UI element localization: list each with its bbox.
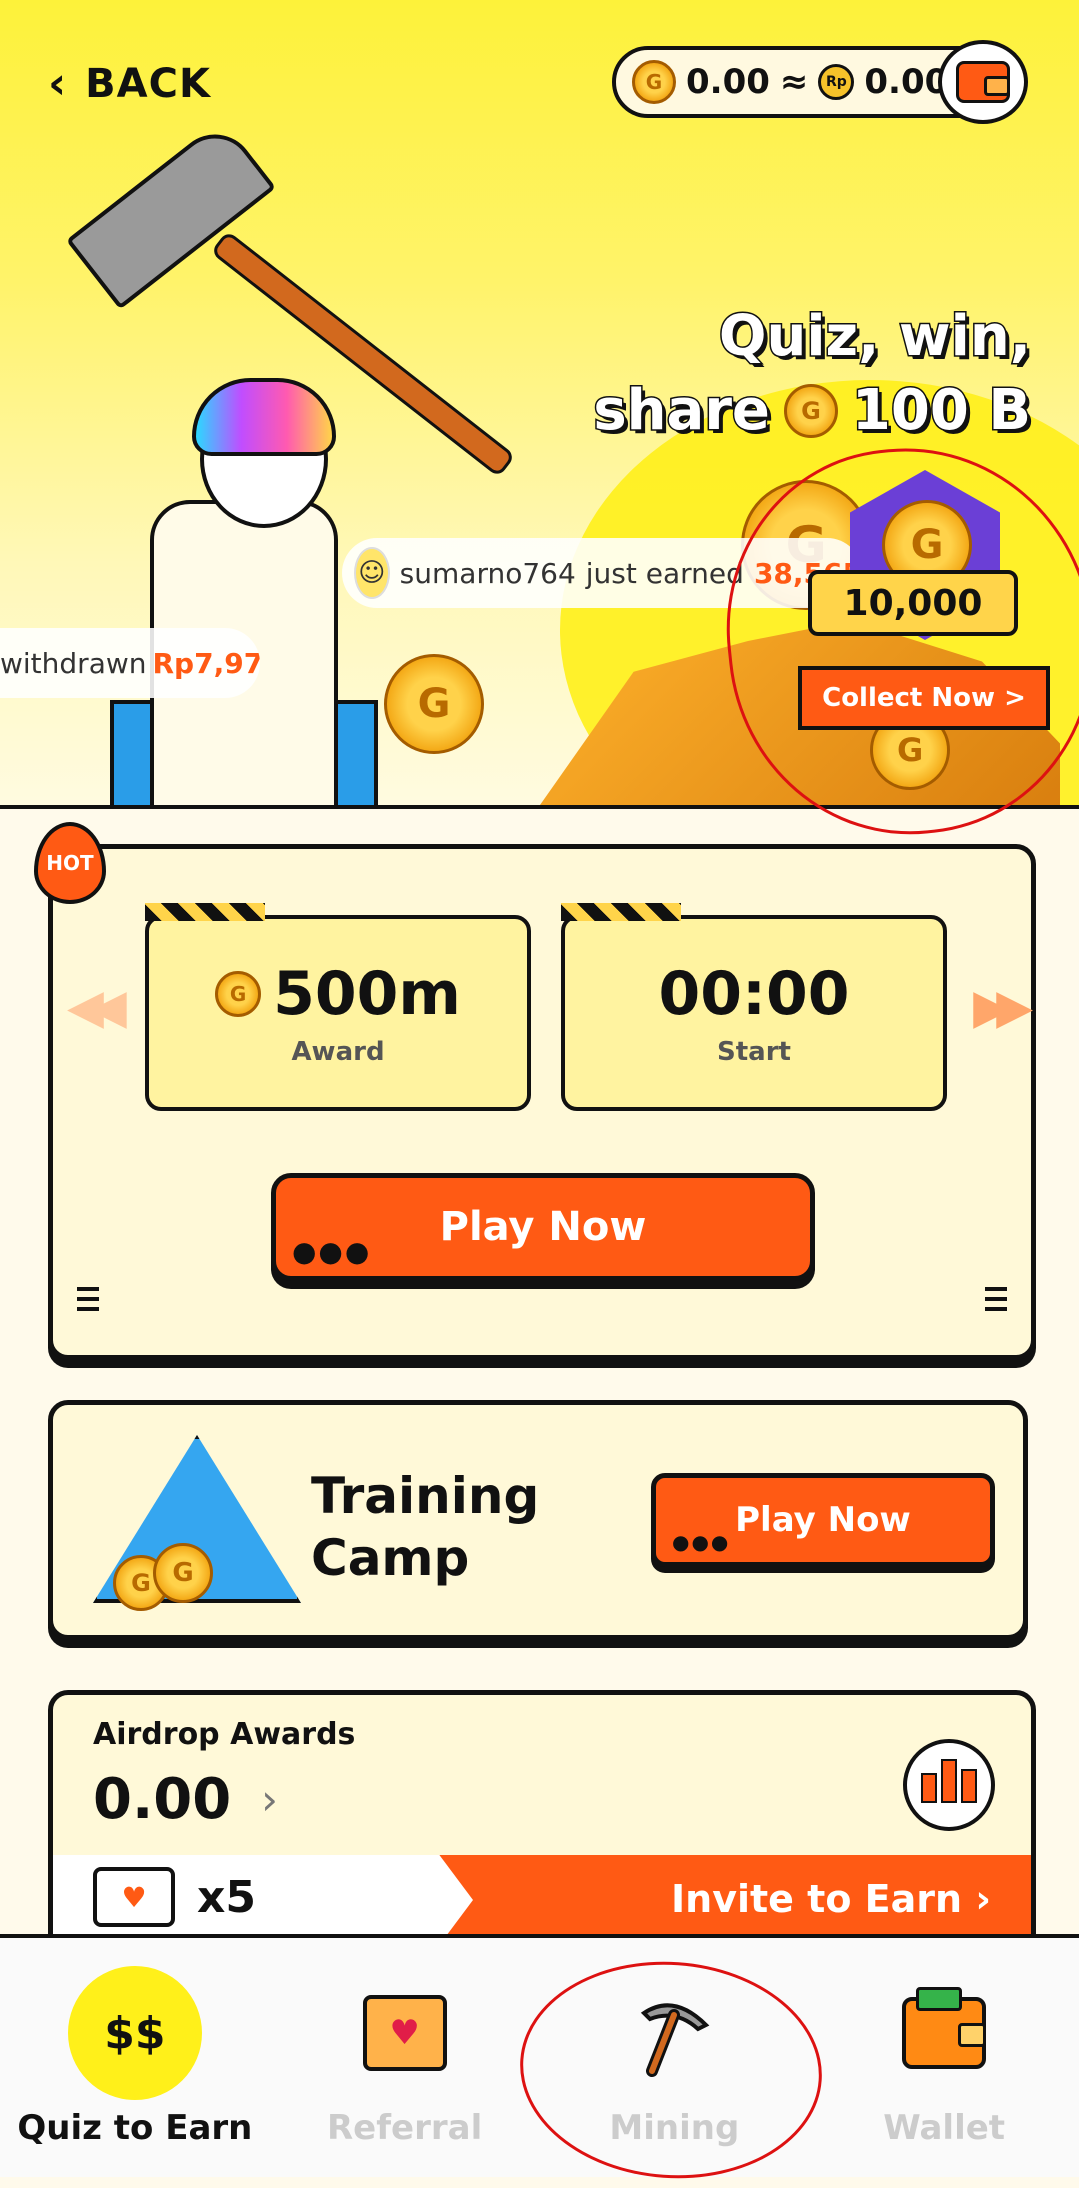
coin-icon: [632, 60, 676, 104]
approx-symbol: ≈: [779, 62, 809, 102]
invite-label: Invite to Earn: [671, 1877, 963, 1921]
chevron-left-icon: ‹: [48, 58, 68, 109]
next-arrow-icon[interactable]: ▶▶: [973, 979, 1033, 1035]
airdrop-value: 0.00: [93, 1767, 232, 1832]
nav-label-quiz: Quiz to Earn: [17, 2108, 253, 2148]
hot-flame-badge: HOT: [34, 822, 106, 904]
heart-envelope-icon: ♥: [362, 1995, 447, 2071]
training-title-line1: Training: [311, 1467, 540, 1525]
leaderboard-chart-button[interactable]: [903, 1739, 995, 1831]
pickaxe-head-illustration: [65, 118, 277, 310]
withdraw-amount: Rp7,970: [152, 646, 261, 680]
play-now-label: Play Now: [439, 1204, 647, 1250]
airdrop-title: Airdrop Awards: [93, 1717, 356, 1752]
airdrop-card: Airdrop Awards 0.00 › ♥ x5 Invite to Ear…: [48, 1690, 1036, 1940]
wallet-button[interactable]: [938, 40, 1028, 124]
start-label: Start: [717, 1037, 791, 1067]
hazard-stripe: [145, 903, 265, 921]
play-now-button[interactable]: Play Now ●●●: [271, 1173, 815, 1281]
ticker-text: just earned: [585, 556, 744, 590]
coin-balance: 0.00: [686, 62, 770, 102]
quiz-avatar-icon: $$: [67, 1966, 202, 2100]
nav-item-wallet[interactable]: Wallet: [809, 1938, 1079, 2177]
multiplier-value: x5: [197, 1871, 256, 1923]
nav-item-quiz-to-earn[interactable]: $$ Quiz to Earn: [0, 1938, 270, 2177]
bar-chart-icon: [921, 1773, 937, 1803]
invite-multiplier: ♥ x5: [93, 1867, 256, 1927]
hero-title-amount: 100 B: [850, 377, 1032, 445]
ticker-user: sumarno764: [399, 556, 576, 590]
invite-to-earn-button[interactable]: Invite to Earn ›: [671, 1877, 991, 1921]
hero-title: Quiz, win, share 100 B: [592, 300, 1033, 448]
training-camp-title: Training Camp: [311, 1465, 539, 1589]
floating-coin-icon: [384, 654, 484, 754]
training-title-line2: Camp: [311, 1529, 470, 1587]
training-play-now-button[interactable]: Play Now ●●●: [651, 1473, 995, 1567]
award-box: 500m Award: [145, 903, 531, 1111]
rp-coin-icon: Rp: [818, 64, 855, 100]
withdraw-text: withdrawn: [0, 646, 147, 680]
training-camp-card: Training Camp Play Now ●●●: [48, 1400, 1028, 1640]
coin-icon: [153, 1543, 213, 1603]
start-box: 00:00 Start: [561, 903, 947, 1111]
coin-icon: [783, 384, 838, 438]
heart-envelope-icon: ♥: [93, 1867, 175, 1927]
prev-arrow-icon[interactable]: ◀◀: [67, 979, 127, 1035]
dots-decoration: ●●●: [292, 1235, 372, 1268]
dots-decoration: ●●●: [672, 1530, 731, 1554]
menu-lines-left: [77, 1281, 99, 1317]
wallet-icon: [902, 1987, 987, 2069]
menu-lines-right: [985, 1281, 1007, 1317]
nav-label-referral: Referral: [327, 2108, 483, 2148]
award-value: 500m: [273, 959, 461, 1029]
chevron-right-icon: ›: [975, 1877, 991, 1921]
coin-icon: [215, 971, 262, 1017]
user-avatar-icon: ☺: [354, 547, 390, 599]
hero-title-line1: Quiz, win,: [717, 303, 1032, 371]
award-label: Award: [291, 1037, 385, 1067]
miner-hair-illustration: [192, 378, 336, 456]
hero-title-share: share: [592, 377, 772, 445]
training-play-label: Play Now: [735, 1500, 911, 1540]
back-label: BACK: [85, 60, 211, 107]
airdrop-value-link[interactable]: 0.00 ›: [93, 1767, 278, 1832]
withdraw-ticker: withdrawn Rp7,970: [0, 628, 260, 698]
wallet-icon: [956, 61, 1010, 103]
back-button[interactable]: ‹ BACK: [48, 58, 211, 109]
start-value: 00:00: [658, 959, 850, 1029]
hazard-stripe: [561, 903, 681, 921]
nav-label-wallet: Wallet: [883, 2108, 1006, 2148]
nav-item-referral[interactable]: ♥ Referral: [270, 1938, 540, 2177]
quiz-card: ◀◀ ▶▶ 500m Award 00:00 Start Play Now ●●…: [48, 844, 1036, 1360]
rp-balance: 0.00: [864, 62, 949, 102]
chevron-right-icon: ›: [261, 1775, 278, 1824]
